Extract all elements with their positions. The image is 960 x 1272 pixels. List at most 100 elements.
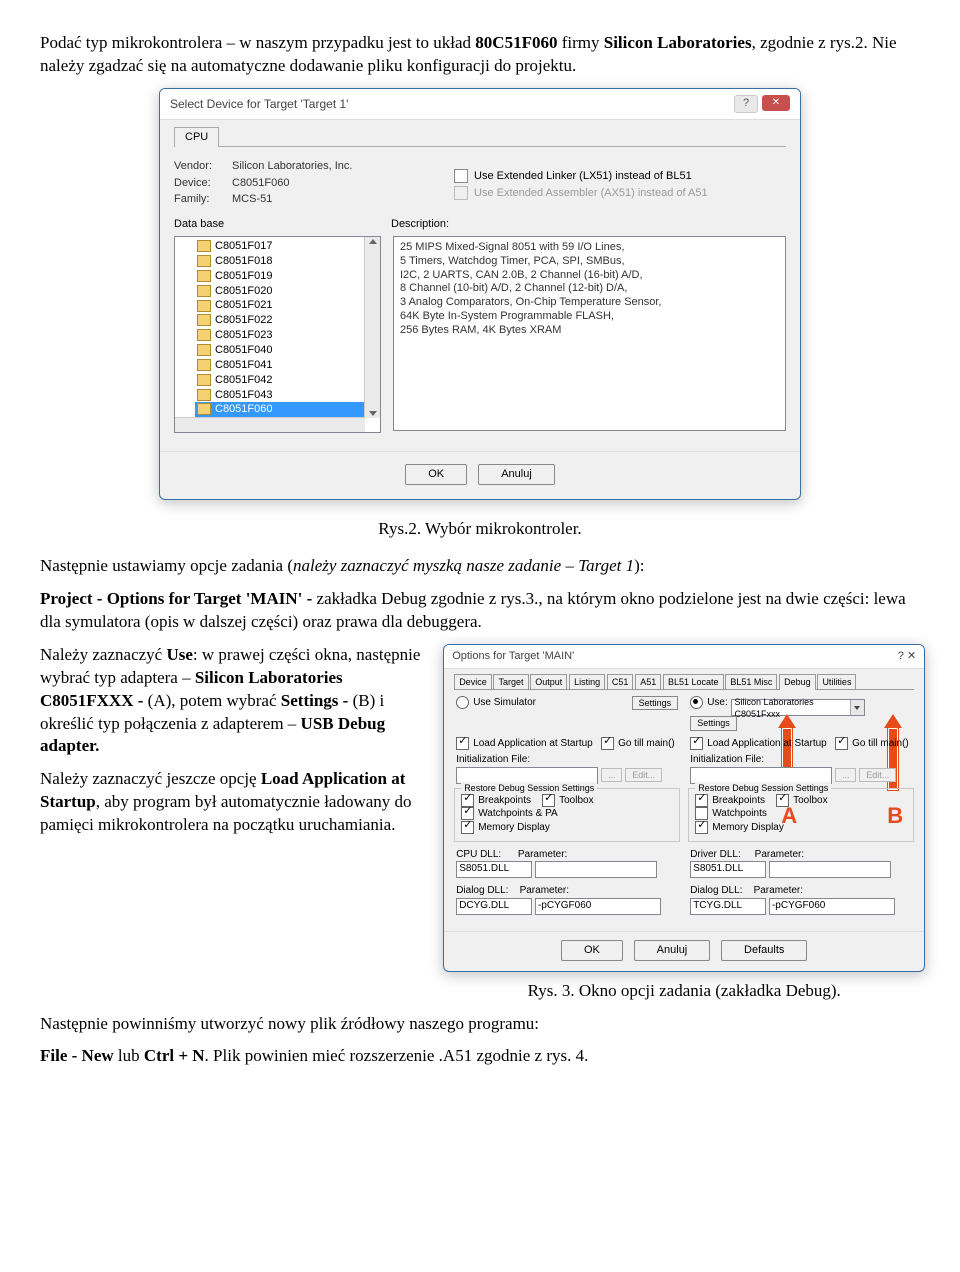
tab-a51[interactable]: A51 — [635, 674, 661, 689]
label-a: A — [781, 801, 797, 831]
ok-button[interactable]: OK — [561, 940, 623, 961]
ok-button[interactable]: OK — [405, 464, 467, 485]
use-label: Use: — [707, 697, 728, 708]
tab-header: CPU — [174, 126, 786, 147]
tree-hscroll[interactable] — [175, 417, 365, 432]
tab-device[interactable]: Device — [454, 674, 492, 689]
gotill-right-label: Go till main() — [852, 738, 909, 749]
close-button[interactable]: ✕ — [907, 650, 916, 662]
use-simulator-radio[interactable] — [456, 696, 469, 709]
cpu-dll-label: CPU DLL: — [456, 849, 501, 860]
text: Należy zaznaczyć — [40, 645, 166, 664]
toolbox-right-label: Toolbox — [793, 795, 827, 806]
param-label: Parameter: — [755, 849, 804, 860]
text: lub — [114, 1046, 144, 1065]
bp-right-checkbox[interactable] — [695, 794, 708, 807]
tab-target[interactable]: Target — [493, 674, 528, 689]
family-label: Family: — [174, 192, 232, 207]
tree-item-selected[interactable]: C8051F060 — [195, 402, 380, 417]
cancel-button[interactable]: Anuluj — [634, 940, 711, 961]
restore-left-group: Restore Debug Session Settings Breakpoin… — [454, 788, 680, 842]
dialog-title: Options for Target 'MAIN' — [452, 649, 574, 664]
family-value: MCS-51 — [232, 192, 272, 207]
dlg-param-right-input[interactable]: -pCYGF060 — [769, 898, 895, 915]
load-startup-right-checkbox[interactable] — [690, 737, 703, 750]
drv-dll-label: Driver DLL: — [690, 849, 741, 860]
tree-item[interactable]: C8051F018 — [195, 254, 380, 269]
text-italic: należy zaznaczyć myszką nasze zadanie – … — [293, 556, 634, 575]
database-label: Data base — [174, 217, 379, 232]
dialog-titlebar: Select Device for Target 'Target 1' ? ✕ — [160, 89, 800, 120]
load-startup-right-label: Load Application at Startup — [707, 738, 827, 749]
cpu-dll-input[interactable]: S8051.DLL — [456, 861, 532, 878]
tab-utilities[interactable]: Utilities — [817, 674, 856, 689]
tree-item[interactable]: C8051F017 — [195, 239, 380, 254]
tree-item[interactable]: C8051F020 — [195, 284, 380, 299]
tree-item[interactable]: C8051F042 — [195, 373, 380, 388]
mem-left-label: Memory Display — [478, 822, 550, 833]
text: . Plik powinien mieć rozszerzenie .A51 z… — [205, 1046, 589, 1065]
use-radio[interactable] — [690, 696, 703, 709]
bold: Settings - — [281, 691, 353, 710]
load-startup-left-checkbox[interactable] — [456, 737, 469, 750]
tab-output[interactable]: Output — [530, 674, 567, 689]
tree-item[interactable]: C8051F041 — [195, 358, 380, 373]
adapter-dropdown[interactable]: Silicon Laboratories C8051Fxxx — [731, 699, 865, 716]
bp-left-label: Breakpoints — [478, 795, 531, 806]
text: Następnie ustawiamy opcje zadania ( — [40, 556, 293, 575]
dlg-dll-left-input[interactable]: DCYG.DLL — [456, 898, 532, 915]
defaults-button[interactable]: Defaults — [721, 940, 807, 961]
browse-left-button[interactable]: ... — [601, 768, 623, 782]
ext-linker-checkbox[interactable] — [454, 169, 468, 183]
drv-param-input[interactable] — [769, 861, 891, 878]
drv-dll-input[interactable]: S8051.DLL — [690, 861, 766, 878]
cancel-button[interactable]: Anuluj — [478, 464, 555, 485]
tab-bl51-misc[interactable]: BL51 Misc — [725, 674, 777, 689]
gotill-right-checkbox[interactable] — [835, 737, 848, 750]
restore-right-group: Restore Debug Session Settings Breakpoin… — [688, 788, 914, 842]
tab-c51[interactable]: C51 — [607, 674, 634, 689]
dlg-param-left-input[interactable]: -pCYGF060 — [535, 898, 661, 915]
init-right-label: Initialization File: — [690, 753, 912, 767]
figure-caption-2: Rys.2. Wybór mikrokontroler. — [40, 518, 920, 541]
paragraph-filenew: File - New lub Ctrl + N. Plik powinien m… — [40, 1045, 920, 1068]
help-button[interactable]: ? — [898, 650, 904, 662]
init-left-label: Initialization File: — [456, 753, 678, 767]
edit-left-button[interactable]: Edit... — [625, 768, 662, 782]
wp-left-label: Watchpoints & PA — [478, 809, 557, 820]
tab-cpu[interactable]: CPU — [174, 127, 219, 147]
tree-item[interactable]: C8051F022 — [195, 313, 380, 328]
label-b: B — [887, 801, 903, 831]
use-simulator-label: Use Simulator — [473, 697, 536, 708]
options-dialog: Options for Target 'MAIN' ? ✕ Device Tar… — [443, 644, 925, 972]
text: (A), potem wybrać — [148, 691, 281, 710]
gotill-left-checkbox[interactable] — [601, 737, 614, 750]
toolbox-left-checkbox[interactable] — [542, 794, 555, 807]
tree-vscroll[interactable] — [364, 237, 380, 418]
mem-right-label: Memory Display — [712, 822, 784, 833]
device-tree[interactable]: C8051F017 C8051F018 C8051F019 C8051F020 … — [174, 236, 381, 433]
mem-right-checkbox[interactable] — [695, 821, 708, 834]
mem-left-checkbox[interactable] — [461, 821, 474, 834]
sim-settings-button[interactable]: Settings — [632, 696, 679, 710]
help-button[interactable]: ? — [734, 95, 758, 113]
tree-item[interactable]: C8051F043 — [195, 388, 380, 403]
tree-item[interactable]: C8051F021 — [195, 298, 380, 313]
cpu-param-input[interactable] — [535, 861, 657, 878]
tree-item[interactable]: C8051F040 — [195, 343, 380, 358]
ext-asm-checkbox — [454, 186, 468, 200]
tab-debug[interactable]: Debug — [779, 674, 816, 690]
edit-right-button[interactable]: Edit... — [859, 768, 896, 782]
close-button[interactable]: ✕ — [762, 95, 790, 111]
tree-item[interactable]: C8051F023 — [195, 328, 380, 343]
tab-listing[interactable]: Listing — [569, 674, 605, 689]
chevron-down-icon — [850, 700, 863, 715]
browse-right-button[interactable]: ... — [835, 768, 857, 782]
restore-left-label: Restore Debug Session Settings — [461, 782, 597, 794]
tab-bl51-locate[interactable]: BL51 Locate — [663, 674, 724, 689]
dlg-dll-right-input[interactable]: TCYG.DLL — [690, 898, 766, 915]
vendor-label: Vendor: — [174, 159, 232, 174]
menu-path: Project - Options for Target 'MAIN' - — [40, 589, 317, 608]
tree-item[interactable]: C8051F019 — [195, 269, 380, 284]
drv-settings-button[interactable]: Settings — [690, 716, 737, 730]
